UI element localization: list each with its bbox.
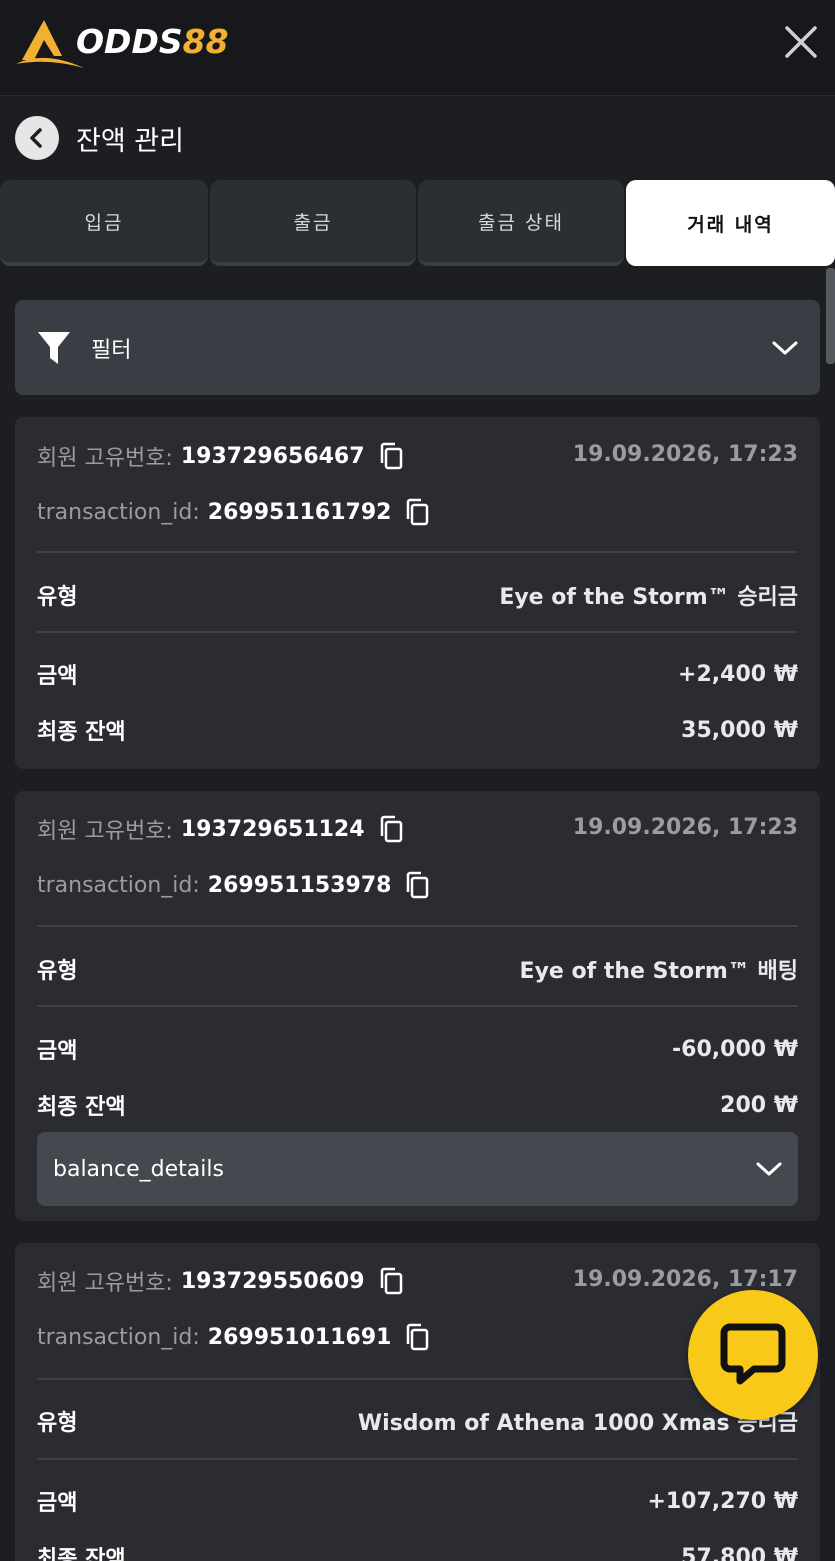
copy-member-id-button[interactable] [379,1267,403,1295]
transaction-id-label: transaction_id: [37,872,200,898]
transaction-id-label: transaction_id: [37,499,200,525]
page-title: 잔액 관리 [76,125,184,157]
copy-icon [380,442,402,470]
divider [37,631,798,633]
amount-value: +2,400 ₩ [678,661,798,687]
logo-text: ODDS88 [76,21,229,61]
copy-icon [380,815,402,843]
member-id-value: 193729656467 [180,443,365,469]
copy-member-id-button[interactable] [379,442,403,470]
copy-icon [407,871,429,899]
balance-details-dropdown[interactable]: balance_details [37,1132,798,1206]
copy-icon [407,498,429,526]
type-value: Eye of the Storm™ 배팅 [519,959,798,984]
type-row: 유형 Eye of the Storm™ 배팅 [37,953,798,985]
filter-dropdown[interactable]: 필터 [15,300,820,395]
amount-row: 금액 +2,400 ₩ [37,658,798,690]
transaction-datetime: 19.09.2026, 17:17 [572,1267,798,1292]
type-label: 유형 [37,585,78,610]
transaction-id-value: 269951153978 [207,872,392,898]
member-id-row: 회원 고유번호: 193729651124 [37,815,403,844]
transaction-id-label: transaction_id: [37,1324,200,1350]
top-bar: ODDS88 [0,0,835,96]
transaction-datetime: 19.09.2026, 17:23 [572,815,798,840]
member-id-label: 회원 고유번호: [37,1271,173,1296]
divider [37,551,798,553]
transaction-datetime: 19.09.2026, 17:23 [572,442,798,467]
final-balance-row: 최종 잔액 200 ₩ [37,1089,798,1121]
amount-value: +107,270 ₩ [647,1488,798,1514]
close-icon [785,26,817,58]
type-row: 유형 Wisdom of Athena 1000 Xmas 승리금 [37,1405,798,1437]
member-id-row: 회원 고유번호: 193729656467 [37,442,403,471]
chevron-left-icon [30,128,42,148]
transaction-id-row: transaction_id: 269951161792 [37,498,429,526]
amount-row: 금액 -60,000 ₩ [37,1033,798,1065]
tab-bar: 입금 출금 출금 상태 거래 내역 [0,180,835,268]
member-id-row: 회원 고유번호: 193729550609 [37,1267,403,1296]
final-balance-value: 35,000 ₩ [681,717,798,743]
divider [37,1005,798,1007]
final-balance-row: 최종 잔액 57,800 ₩ [37,1541,798,1561]
amount-row: 금액 +107,270 ₩ [37,1485,798,1517]
tab-withdraw-status[interactable]: 출금 상태 [418,180,624,266]
copy-icon [407,1323,429,1351]
chevron-down-icon [772,341,798,354]
copy-member-id-button[interactable] [379,815,403,843]
page-header: 잔액 관리 [0,96,835,180]
type-row: 유형 Eye of the Storm™ 승리금 [37,579,798,611]
divider [37,1378,798,1380]
final-balance-value: 200 ₩ [720,1092,798,1118]
transaction-card: 회원 고유번호: 193729550609 19.09.2026, 17:17 … [15,1243,820,1561]
transaction-id-value: 269951161792 [207,499,392,525]
transaction-id-row: transaction_id: 269951011691 [37,1323,429,1351]
type-value: Eye of the Storm™ 승리금 [499,585,798,610]
odds88-logo[interactable]: ODDS88 [14,16,229,70]
copy-icon [380,1267,402,1295]
balance-details-label: balance_details [53,1156,224,1182]
member-id-value: 193729651124 [180,816,365,842]
chat-bubble-icon [720,1323,786,1385]
chevron-down-icon [756,1162,782,1176]
copy-transaction-id-button[interactable] [405,871,429,899]
final-balance-value: 57,800 ₩ [681,1544,798,1561]
member-id-label: 회원 고유번호: [37,819,173,844]
transaction-id-value: 269951011691 [207,1324,392,1350]
final-balance-label: 최종 잔액 [37,1095,126,1120]
final-balance-label: 최종 잔액 [37,720,126,745]
copy-transaction-id-button[interactable] [405,1323,429,1351]
amount-value: -60,000 ₩ [672,1036,798,1062]
amount-label: 금액 [37,1491,78,1516]
member-id-value: 193729550609 [180,1268,365,1294]
amount-label: 금액 [37,664,78,689]
amount-label: 금액 [37,1039,78,1064]
back-button[interactable] [15,116,59,160]
divider [37,1458,798,1460]
type-label: 유형 [37,1411,78,1436]
tab-deposit[interactable]: 입금 [0,180,208,266]
scrollbar-thumb[interactable] [826,268,835,364]
close-button[interactable] [781,22,821,62]
logo-triangle-icon [16,20,84,68]
filter-icon [38,331,70,364]
transaction-card: 회원 고유번호: 193729651124 19.09.2026, 17:23 … [15,791,820,1221]
copy-transaction-id-button[interactable] [405,498,429,526]
member-id-label: 회원 고유번호: [37,446,173,471]
transaction-id-row: transaction_id: 269951153978 [37,871,429,899]
tab-transaction-history[interactable]: 거래 내역 [626,180,835,266]
transaction-card: 회원 고유번호: 193729656467 19.09.2026, 17:23 … [15,417,820,769]
divider [37,925,798,927]
filter-label: 필터 [91,337,132,363]
live-chat-button[interactable] [688,1290,818,1420]
final-balance-row: 최종 잔액 35,000 ₩ [37,714,798,746]
final-balance-label: 최종 잔액 [37,1547,126,1561]
tab-withdraw[interactable]: 출금 [210,180,416,266]
type-label: 유형 [37,959,78,984]
